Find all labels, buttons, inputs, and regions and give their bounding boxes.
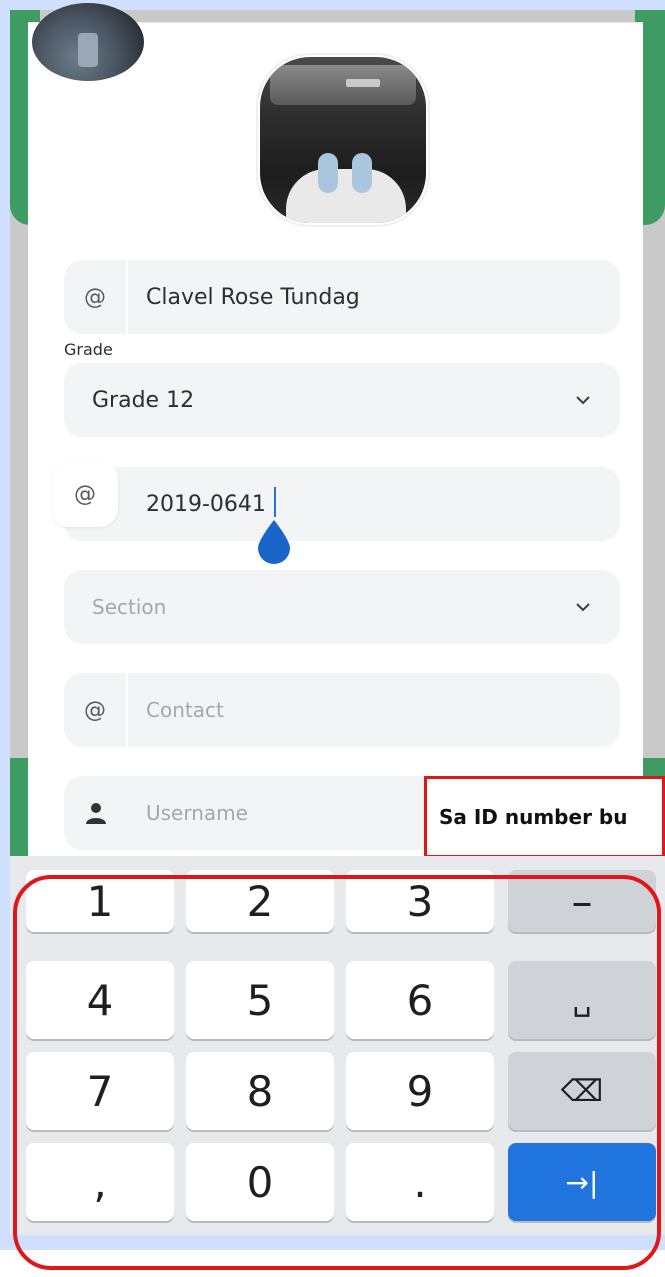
- id-number-value: 2019-0641: [146, 491, 266, 517]
- key-1[interactable]: 1: [26, 870, 174, 932]
- grade-select[interactable]: Grade 12: [64, 363, 620, 437]
- key-9[interactable]: 9: [346, 1052, 494, 1130]
- grade-label: Grade: [64, 340, 113, 359]
- grade-value: Grade 12: [92, 387, 195, 413]
- key-dash[interactable]: –: [508, 870, 656, 932]
- contact-placeholder: Contact: [146, 698, 224, 722]
- name-value: Clavel Rose Tundag: [146, 284, 360, 310]
- section-select[interactable]: Section: [64, 570, 620, 644]
- username-placeholder: Username: [146, 801, 248, 825]
- profile-photo-image: [260, 57, 426, 223]
- key-4[interactable]: 4: [26, 961, 174, 1039]
- name-field[interactable]: @ Clavel Rose Tundag: [64, 260, 620, 334]
- contact-field[interactable]: @ Contact: [64, 673, 620, 747]
- backspace-key[interactable]: ⌫: [508, 1052, 656, 1130]
- key-0[interactable]: 0: [186, 1143, 334, 1221]
- at-sign-icon: @: [64, 673, 128, 747]
- chevron-down-icon: [576, 396, 590, 405]
- cursor-handle[interactable]: [256, 518, 292, 566]
- profile-photo[interactable]: [258, 55, 428, 225]
- id-number-field[interactable]: @ 2019-0641: [52, 461, 620, 541]
- text-cursor: [274, 487, 276, 517]
- annotation-note: Sa ID number bu: [424, 776, 665, 858]
- numeric-keyboard: 1 2 3 – 4 5 6 ␣ 7 8 9 ⌫ , 0 . →|: [10, 856, 665, 1235]
- key-2[interactable]: 2: [186, 870, 334, 932]
- key-8[interactable]: 8: [186, 1052, 334, 1130]
- key-3[interactable]: 3: [346, 870, 494, 932]
- key-7[interactable]: 7: [26, 1052, 174, 1130]
- user-icon: [86, 803, 106, 824]
- key-6[interactable]: 6: [346, 961, 494, 1039]
- next-key[interactable]: →|: [508, 1143, 656, 1221]
- chevron-down-icon: [576, 603, 590, 612]
- at-sign-icon: @: [52, 461, 118, 527]
- key-period[interactable]: .: [346, 1143, 494, 1221]
- space-key[interactable]: ␣: [508, 961, 656, 1039]
- user-avatar[interactable]: [32, 3, 144, 81]
- key-5[interactable]: 5: [186, 961, 334, 1039]
- section-placeholder: Section: [92, 595, 167, 619]
- key-comma[interactable]: ,: [26, 1143, 174, 1221]
- at-sign-icon: @: [64, 260, 128, 334]
